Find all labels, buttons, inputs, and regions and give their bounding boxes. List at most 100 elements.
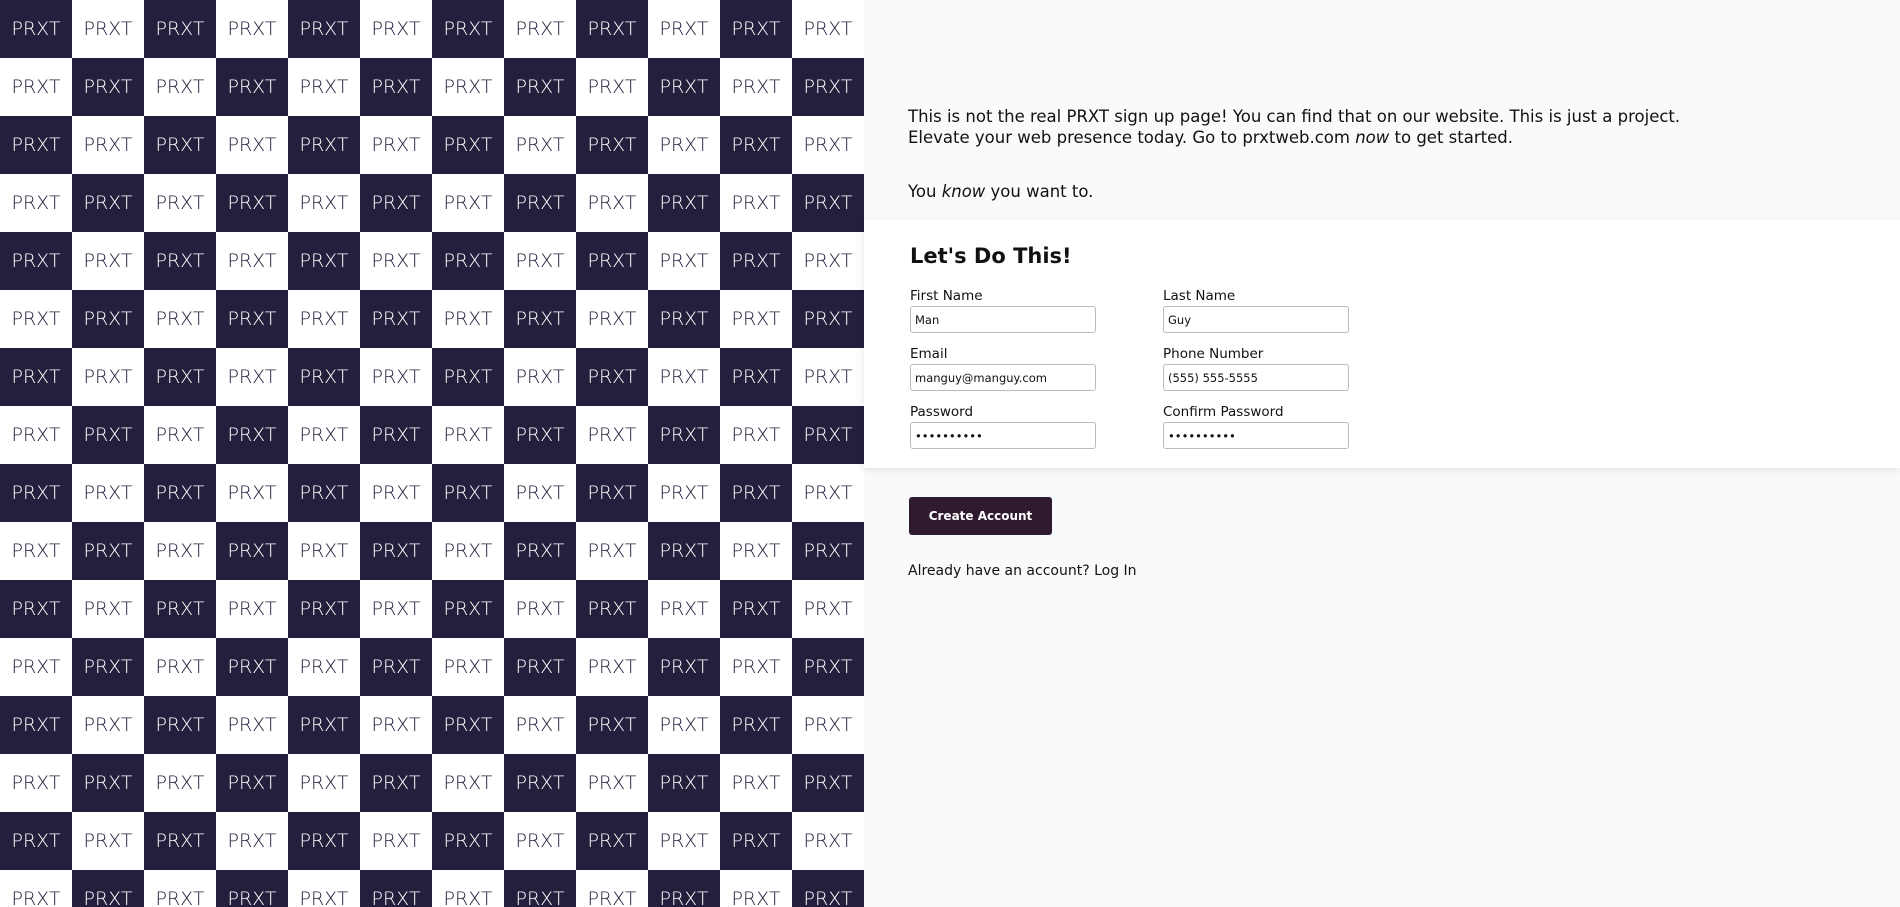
prxt-logo-tile: PRXT [0, 290, 72, 348]
prxt-logo-tile: PRXT [288, 754, 360, 812]
prxt-logo-tile: PRXT [648, 348, 720, 406]
password-field-group: Password [910, 404, 1096, 449]
prxt-logo-tile: PRXT [360, 754, 432, 812]
prxt-logo-tile: PRXT [648, 116, 720, 174]
prxt-logo-tile: PRXT [360, 522, 432, 580]
prxt-logo-tile: PRXT [648, 464, 720, 522]
prxt-logo-tile: PRXT [792, 638, 864, 696]
prxt-logo-tile: PRXT [72, 406, 144, 464]
phone-input[interactable] [1163, 364, 1349, 391]
phone-label: Phone Number [1163, 346, 1264, 362]
prxt-logo-tile: PRXT [0, 0, 72, 58]
prxt-logo-tile: PRXT [216, 348, 288, 406]
prxt-logo-tile: PRXT [216, 406, 288, 464]
prxt-logo-tile: PRXT [648, 638, 720, 696]
prxt-logo-tile: PRXT [144, 116, 216, 174]
prxt-logo-tile: PRXT [360, 58, 432, 116]
first-name-input[interactable] [910, 306, 1096, 333]
prxt-logo-tile: PRXT [576, 464, 648, 522]
prxt-logo-tile: PRXT [0, 406, 72, 464]
prxt-logo-tile: PRXT [432, 116, 504, 174]
prxt-logo-tile: PRXT [792, 116, 864, 174]
prxt-logo-tile: PRXT [0, 638, 72, 696]
prxt-logo-tile: PRXT [720, 0, 792, 58]
prxt-logo-tile: PRXT [720, 638, 792, 696]
signup-form-card: Let's Do This! First Name Last Name Emai… [864, 220, 1900, 468]
signup-content: This is not the real PRXT sign up page! … [864, 0, 1900, 907]
prxt-logo-tile: PRXT [360, 638, 432, 696]
prxt-logo-tile: PRXT [504, 580, 576, 638]
prxt-logo-tile: PRXT [0, 522, 72, 580]
prxt-logo-tile: PRXT [576, 58, 648, 116]
prxt-logo-tile: PRXT [720, 116, 792, 174]
prxt-logo-tile: PRXT [792, 870, 864, 907]
prxt-logo-tile: PRXT [648, 58, 720, 116]
prxt-logo-tile: PRXT [504, 812, 576, 870]
prxt-logo-tile: PRXT [72, 0, 144, 58]
prxt-logo-tile: PRXT [504, 696, 576, 754]
phone-field-group: Phone Number [1163, 346, 1349, 391]
prxt-logo-tile: PRXT [216, 580, 288, 638]
prxt-logo-tile: PRXT [144, 464, 216, 522]
prxt-logo-tile: PRXT [648, 232, 720, 290]
prxt-logo-tile: PRXT [144, 696, 216, 754]
prxt-logo-tile: PRXT [576, 116, 648, 174]
prxt-logo-tile: PRXT [792, 754, 864, 812]
prxt-logo-tile: PRXT [360, 870, 432, 907]
prxt-logo-tile: PRXT [576, 580, 648, 638]
prxt-logo-tile: PRXT [648, 870, 720, 907]
prxt-logo-tile: PRXT [432, 754, 504, 812]
confirm-password-input[interactable] [1163, 422, 1349, 449]
prxt-logo-tile: PRXT [360, 290, 432, 348]
prxt-logo-tile: PRXT [792, 464, 864, 522]
prxt-logo-tile: PRXT [144, 232, 216, 290]
login-link[interactable]: Log In [1094, 563, 1136, 579]
prxt-logo-tile: PRXT [792, 58, 864, 116]
prxt-logo-tile: PRXT [576, 232, 648, 290]
prxt-logo-tile: PRXT [432, 812, 504, 870]
prxt-logo-tile: PRXT [576, 522, 648, 580]
prxt-logo-tile: PRXT [504, 290, 576, 348]
prxt-logo-tile: PRXT [288, 0, 360, 58]
prxt-logo-tile: PRXT [648, 696, 720, 754]
prxt-logo-tile: PRXT [0, 58, 72, 116]
prxt-logo-tile: PRXT [288, 696, 360, 754]
prxt-logo-tile: PRXT [792, 580, 864, 638]
intro-text-part1: This is not the real PRXT sign up page! … [908, 107, 1681, 147]
prxt-logo-tile: PRXT [792, 232, 864, 290]
prxt-logo-tile: PRXT [576, 696, 648, 754]
intro-emphasis: now [1355, 128, 1390, 147]
password-input[interactable] [910, 422, 1096, 449]
prxt-logo-tile: PRXT [0, 464, 72, 522]
prxt-logo-tile: PRXT [288, 174, 360, 232]
prxt-logo-tile: PRXT [72, 696, 144, 754]
prxt-logo-tile: PRXT [432, 580, 504, 638]
email-input[interactable] [910, 364, 1096, 391]
intro-text-part2: to get started. [1389, 128, 1513, 147]
prxt-logo-tile: PRXT [288, 464, 360, 522]
prxt-logo-tile: PRXT [216, 754, 288, 812]
prxt-logo-tile: PRXT [144, 522, 216, 580]
prxt-logo-tile: PRXT [504, 638, 576, 696]
prxt-logo-tile: PRXT [144, 812, 216, 870]
prxt-logo-tile: PRXT [216, 812, 288, 870]
prxt-logo-tile: PRXT [288, 290, 360, 348]
prxt-logo-tile: PRXT [432, 522, 504, 580]
last-name-input[interactable] [1163, 306, 1349, 333]
prxt-logo-tile: PRXT [144, 580, 216, 638]
prxt-logo-tile: PRXT [576, 174, 648, 232]
prxt-logo-tile: PRXT [432, 464, 504, 522]
login-prompt-text: Already have an account? [908, 563, 1095, 579]
prxt-logo-tile: PRXT [288, 232, 360, 290]
prxt-logo-tile: PRXT [144, 174, 216, 232]
prxt-logo-tile: PRXT [792, 522, 864, 580]
prxt-logo-tile: PRXT [648, 754, 720, 812]
prxt-logo-tile: PRXT [288, 116, 360, 174]
prxt-logo-tile: PRXT [216, 522, 288, 580]
prxt-logo-tile: PRXT [576, 406, 648, 464]
prxt-logo-tile: PRXT [288, 348, 360, 406]
prxt-logo-tile: PRXT [720, 348, 792, 406]
create-account-button[interactable]: Create Account [909, 497, 1052, 535]
tagline-part1: You [908, 182, 942, 201]
prxt-logo-tile: PRXT [144, 638, 216, 696]
